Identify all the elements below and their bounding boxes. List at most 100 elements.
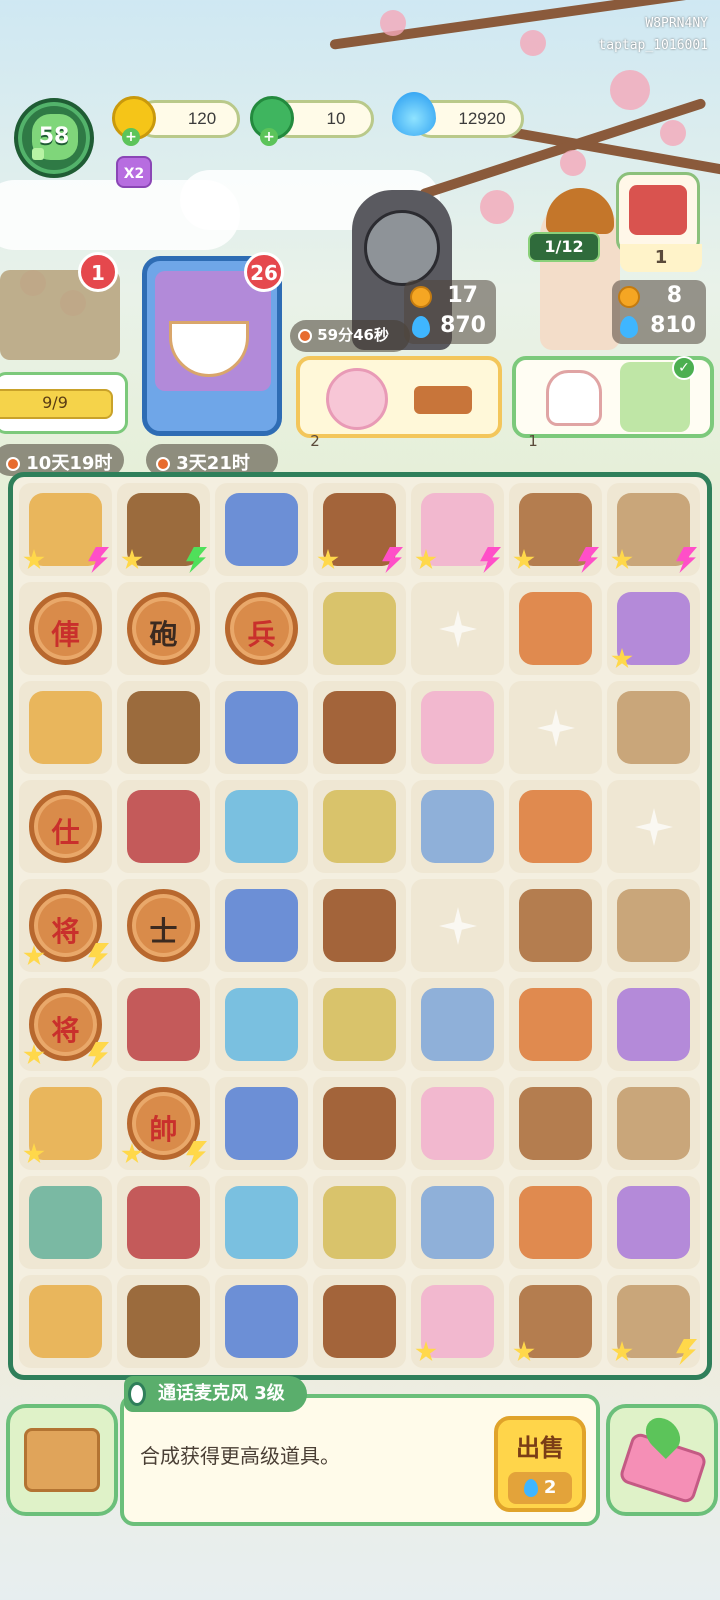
folding-fan-icon[interactable] (127, 1285, 200, 1358)
chess-black-shi-icon[interactable]: 士 (127, 889, 200, 962)
microphone-2-icon[interactable] (421, 790, 494, 863)
board-cell[interactable] (313, 483, 406, 576)
chess-red-jiang-icon[interactable]: 将 (29, 889, 102, 962)
pinwheel-icon[interactable] (323, 1087, 396, 1160)
customer-b-order[interactable]: ✓ (512, 356, 714, 438)
board-cell[interactable] (607, 483, 700, 576)
board-cell[interactable] (117, 780, 210, 873)
gift-bag-icon[interactable] (421, 493, 494, 566)
board-cell[interactable] (117, 1176, 210, 1269)
shop-button[interactable] (616, 172, 700, 254)
board-cell[interactable] (411, 879, 504, 972)
board-cell[interactable] (607, 681, 700, 774)
red-flower-icon[interactable] (323, 1186, 396, 1259)
planet-gem-icon[interactable] (323, 691, 396, 764)
board-cell[interactable] (411, 582, 504, 675)
microwave-icon[interactable] (421, 1186, 494, 1259)
board-cell[interactable] (215, 1176, 308, 1269)
board-cell[interactable]: 俥 (19, 582, 112, 675)
statue-icon[interactable] (29, 1186, 102, 1259)
board-cell[interactable] (215, 879, 308, 972)
board-cell[interactable] (411, 1077, 504, 1170)
teapot-icon[interactable] (29, 691, 102, 764)
letters-icon[interactable] (421, 1087, 494, 1160)
board-cell[interactable]: 帥 (117, 1077, 210, 1170)
board-cell[interactable] (411, 483, 504, 576)
board-cell[interactable] (411, 780, 504, 873)
board-cell[interactable] (607, 1176, 700, 1269)
porcelain-jar-icon[interactable] (421, 988, 494, 1061)
board-cell[interactable] (117, 978, 210, 1071)
figure-girl-icon[interactable] (29, 1087, 102, 1160)
plane-tool-icon[interactable] (617, 691, 690, 764)
board-cell[interactable] (509, 1275, 602, 1368)
water-pistol-icon[interactable] (323, 592, 396, 665)
cd-player-icon[interactable] (617, 1186, 690, 1259)
board-cell[interactable] (215, 483, 308, 576)
board-cell[interactable] (313, 1275, 406, 1368)
fan-pair-icon[interactable] (617, 592, 690, 665)
board-cell[interactable] (313, 879, 406, 972)
add-energy-icon[interactable]: + (122, 128, 140, 146)
board-cell[interactable] (509, 681, 602, 774)
board-cell[interactable] (19, 483, 112, 576)
honey-jar-icon[interactable] (29, 1285, 102, 1358)
camera-icon[interactable] (617, 493, 690, 566)
firecracker-icon[interactable] (127, 988, 200, 1061)
board-cell[interactable] (509, 780, 602, 873)
board-cell[interactable] (509, 879, 602, 972)
board-cell[interactable] (411, 681, 504, 774)
board-cell[interactable] (19, 1077, 112, 1170)
microphone-icon[interactable] (225, 790, 298, 863)
board-cell[interactable]: 士 (117, 879, 210, 972)
board-cell[interactable] (117, 681, 210, 774)
treasure-box-icon[interactable] (127, 493, 200, 566)
player-level-badge[interactable]: 58 (14, 98, 94, 178)
board-cell[interactable]: 将 (19, 978, 112, 1071)
wedding-sedan-icon[interactable] (519, 889, 592, 962)
board-cell[interactable] (313, 582, 406, 675)
board-cell[interactable] (313, 978, 406, 1071)
board-cell[interactable] (313, 1176, 406, 1269)
gold-bar-icon[interactable] (519, 1087, 592, 1160)
board-cell[interactable] (607, 582, 700, 675)
board-cell[interactable] (215, 1077, 308, 1170)
add-jade-icon[interactable]: + (260, 128, 278, 146)
board-cell[interactable] (607, 1275, 700, 1368)
robe-icon[interactable] (617, 889, 690, 962)
shrine-icon[interactable] (323, 493, 396, 566)
slinky-icon[interactable] (421, 691, 494, 764)
board-cell[interactable] (215, 978, 308, 1071)
retro-mic-icon[interactable] (225, 988, 298, 1061)
lotus-icon[interactable] (421, 1285, 494, 1358)
rice-cooker-icon[interactable] (225, 1285, 298, 1358)
board-cell[interactable] (215, 1275, 308, 1368)
board-cell[interactable] (411, 1275, 504, 1368)
board-cell[interactable] (19, 1275, 112, 1368)
phone-map-button[interactable] (606, 1404, 718, 1516)
coconut-icon[interactable] (617, 1285, 690, 1358)
board-cell[interactable] (607, 1077, 700, 1170)
sword-icon[interactable] (323, 790, 396, 863)
board-cell[interactable] (117, 483, 210, 576)
knot-charm-icon[interactable] (127, 1186, 200, 1259)
board-cell[interactable] (607, 780, 700, 873)
chess-red-shuai-icon[interactable]: 帥 (127, 1087, 200, 1160)
computer-icon[interactable] (519, 1285, 592, 1358)
board-cell[interactable]: 砲 (117, 582, 210, 675)
wine-jar-icon[interactable] (519, 988, 592, 1061)
customer-a-order[interactable] (296, 356, 502, 438)
storage-box-button[interactable] (6, 1404, 118, 1516)
board-cell[interactable] (215, 681, 308, 774)
ribbon-icon[interactable] (617, 1087, 690, 1160)
customer-b-portrait[interactable] (540, 188, 620, 350)
board-cell[interactable]: 兵 (215, 582, 308, 675)
pouch-icon[interactable] (225, 1186, 298, 1259)
board-cell[interactable] (19, 1176, 112, 1269)
cabinet-icon[interactable] (519, 493, 592, 566)
book-icon[interactable] (225, 493, 298, 566)
chess-red-bing-icon[interactable]: 兵 (225, 592, 298, 665)
microphone-stand-icon[interactable] (519, 592, 592, 665)
tassel-icon[interactable] (323, 988, 396, 1061)
board-cell[interactable]: 将 (19, 879, 112, 972)
